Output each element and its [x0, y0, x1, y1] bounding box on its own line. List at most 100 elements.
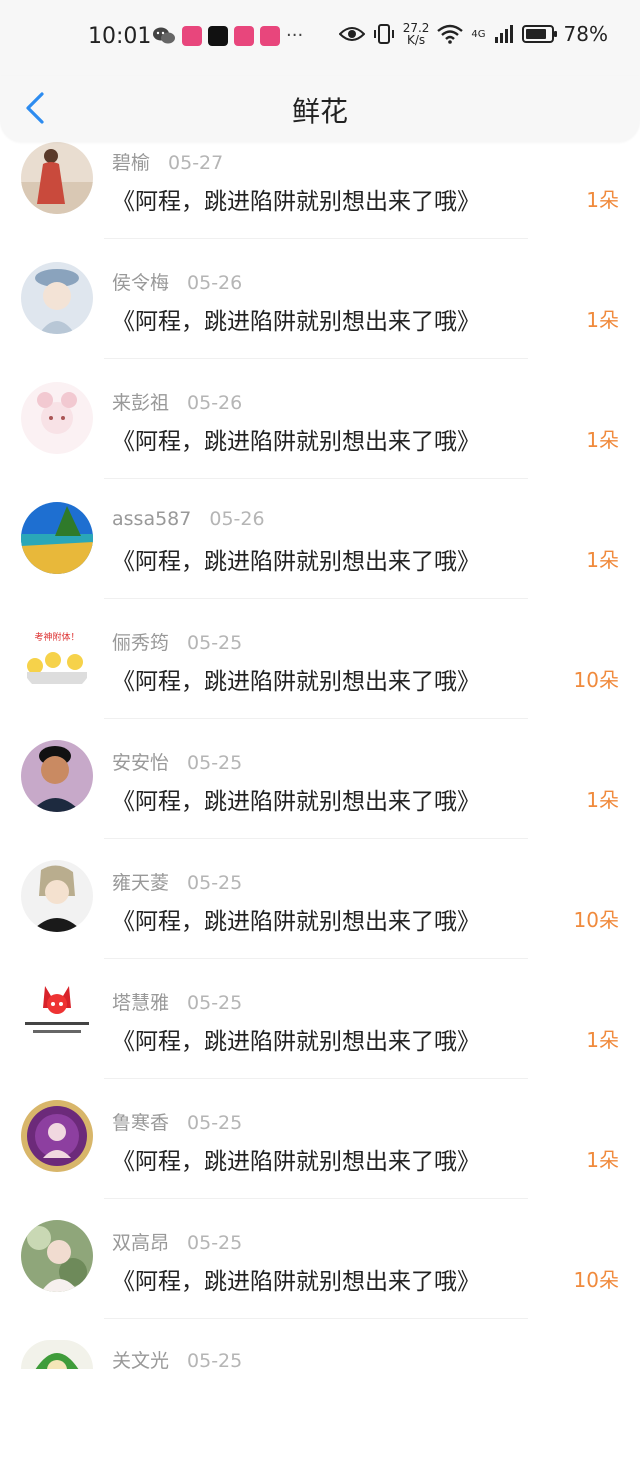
list-item[interactable]: 考神附体！ 俪秀筠 05-25 《阿程，跳进陷阱就别想出来了哦》 10朵: [0, 620, 640, 740]
user-name-line: 碧榆 05-27: [112, 148, 223, 175]
user-name-line: 来彭祖 05-26: [112, 388, 242, 415]
list-item[interactable]: 塔慧雅 05-25 《阿程，跳进陷阱就别想出来了哦》 1朵: [0, 980, 640, 1100]
avatar[interactable]: [21, 262, 93, 334]
avatar[interactable]: [21, 740, 93, 812]
user-name: assa587: [112, 508, 192, 530]
avatar[interactable]: [21, 1220, 93, 1292]
divider: [104, 1198, 528, 1199]
app-notification-icon: [260, 26, 280, 46]
user-name-line: 雍天菱 05-25: [112, 868, 242, 895]
flower-count: 10朵: [573, 908, 619, 932]
user-name: 俪秀筠: [112, 632, 170, 654]
book-title[interactable]: 《阿程，跳进陷阱就别想出来了哦》: [112, 302, 480, 336]
user-name: 双高昂: [112, 1232, 170, 1254]
user-name: 碧榆: [112, 152, 151, 174]
battery-percent: 78%: [563, 22, 608, 46]
book-title[interactable]: 《阿程，跳进陷阱就别想出来了哦》: [112, 902, 480, 936]
page-title: 鲜花: [291, 95, 348, 128]
status-bar: 10:01 ··· 27.2 K/s 4G 78%: [0, 0, 640, 76]
divider: [104, 1318, 528, 1319]
list-item[interactable]: 关文光 05-25: [0, 1340, 640, 1460]
divider: [104, 718, 528, 719]
divider: [104, 1078, 528, 1079]
flower-count: 1朵: [586, 188, 619, 212]
clock: 10:01: [88, 24, 152, 49]
more-notifications-icon: ···: [286, 25, 304, 46]
avatar[interactable]: [21, 142, 93, 214]
post-date: 05-26: [187, 392, 243, 414]
avatar[interactable]: [21, 1100, 93, 1172]
list-item[interactable]: 雍天菱 05-25 《阿程，跳进陷阱就别想出来了哦》 10朵: [0, 860, 640, 980]
book-title[interactable]: 《阿程，跳进陷阱就别想出来了哦》: [112, 662, 480, 696]
list-item[interactable]: 安安怡 05-25 《阿程，跳进陷阱就别想出来了哦》 1朵: [0, 740, 640, 860]
flower-count: 1朵: [586, 428, 619, 452]
eye-icon: [338, 27, 365, 41]
divider: [104, 238, 528, 239]
avatar[interactable]: [21, 980, 93, 1052]
flower-count: 1朵: [586, 548, 619, 572]
book-title[interactable]: 《阿程，跳进陷阱就别想出来了哦》: [112, 182, 480, 216]
flower-count: 1朵: [586, 788, 619, 812]
divider: [104, 478, 528, 479]
user-name: 侯令梅: [112, 272, 170, 294]
post-date: 05-25: [187, 992, 243, 1014]
user-name-line: assa587 05-26: [112, 508, 265, 530]
post-date: 05-25: [187, 872, 243, 894]
list-item[interactable]: 鲁寒香 05-25 《阿程，跳进陷阱就别想出来了哦》 1朵: [0, 1100, 640, 1220]
flower-count: 1朵: [586, 1148, 619, 1172]
avatar[interactable]: [21, 502, 93, 574]
user-name-line: 安安怡 05-25: [112, 748, 242, 775]
list-item[interactable]: assa587 05-26 《阿程，跳进陷阱就别想出来了哦》 1朵: [0, 500, 640, 620]
post-date: 05-26: [187, 272, 243, 294]
app-notification-icon: [182, 26, 202, 46]
post-date: 05-25: [187, 1232, 243, 1254]
book-title[interactable]: 《阿程，跳进陷阱就别想出来了哦》: [112, 1262, 480, 1296]
vibrate-icon: [373, 24, 394, 44]
post-date: 05-27: [168, 152, 224, 174]
wechat-icon: [153, 27, 175, 44]
battery: 78%: [521, 22, 608, 46]
divider: [104, 598, 528, 599]
post-date: 05-25: [187, 1112, 243, 1134]
flower-count: 1朵: [586, 1028, 619, 1052]
user-name: 雍天菱: [112, 872, 170, 894]
user-name: 塔慧雅: [112, 992, 170, 1014]
flower-count: 10朵: [573, 1268, 619, 1292]
flower-count: 10朵: [573, 668, 619, 692]
book-title[interactable]: 《阿程，跳进陷阱就别想出来了哦》: [112, 1142, 480, 1176]
user-name-line: 侯令梅 05-26: [112, 268, 242, 295]
network-speed: 27.2 K/s: [403, 22, 430, 46]
divider: [104, 838, 528, 839]
book-title[interactable]: 《阿程，跳进陷阱就别想出来了哦》: [112, 542, 480, 576]
list-item[interactable]: 侯令梅 05-26 《阿程，跳进陷阱就别想出来了哦》 1朵: [0, 260, 640, 380]
network-speed-unit: K/s: [406, 33, 426, 47]
battery-icon: [521, 25, 557, 43]
avatar[interactable]: 考神附体！: [21, 622, 93, 694]
user-name: 来彭祖: [112, 392, 170, 414]
list-item[interactable]: 来彭祖 05-26 《阿程，跳进陷阱就别想出来了哦》 1朵: [0, 380, 640, 500]
list-item[interactable]: 双高昂 05-25 《阿程，跳进陷阱就别想出来了哦》 10朵: [0, 1220, 640, 1340]
avatar[interactable]: [21, 382, 93, 454]
book-title[interactable]: 《阿程，跳进陷阱就别想出来了哦》: [112, 782, 480, 816]
post-date: 05-25: [187, 632, 243, 654]
book-title[interactable]: 《阿程，跳进陷阱就别想出来了哦》: [112, 1022, 480, 1056]
flower-count: 1朵: [586, 308, 619, 332]
nav-bar: 鲜花: [0, 76, 640, 142]
user-name-line: 双高昂 05-25: [112, 1228, 242, 1255]
user-name: 鲁寒香: [112, 1112, 170, 1134]
post-date: 05-26: [209, 508, 265, 530]
divider: [104, 358, 528, 359]
sparkle-app-icon: [208, 26, 228, 46]
list-item[interactable]: 碧榆 05-27 《阿程，跳进陷阱就别想出来了哦》 1朵: [0, 140, 640, 260]
app-notification-icon: [234, 26, 254, 46]
signal-icon: [494, 25, 513, 43]
avatar[interactable]: [21, 1340, 93, 1369]
user-name-line: 鲁寒香 05-25: [112, 1108, 242, 1135]
avatar-caption: 考神附体！: [34, 631, 79, 643]
user-name-line: 俪秀筠 05-25: [112, 628, 242, 655]
wifi-icon: [437, 24, 464, 44]
post-date: 05-25: [187, 752, 243, 774]
book-title[interactable]: 《阿程，跳进陷阱就别想出来了哦》: [112, 422, 480, 456]
divider: [104, 958, 528, 959]
avatar[interactable]: [21, 860, 93, 932]
